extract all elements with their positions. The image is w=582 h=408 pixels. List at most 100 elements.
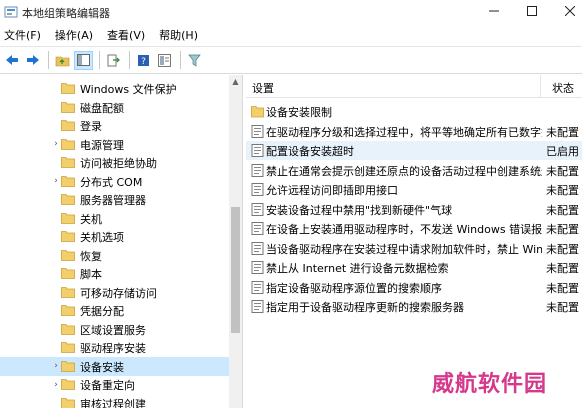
policy-row[interactable]: 安装设备过程中禁用"找到新硬件"气球 未配置 bbox=[246, 200, 582, 219]
tree-item[interactable]: 区域设置服务 bbox=[0, 320, 229, 339]
minimize-icon bbox=[489, 10, 499, 12]
policy-status: 未配置 bbox=[546, 242, 579, 256]
close-icon bbox=[565, 6, 575, 16]
properties-icon bbox=[158, 53, 171, 67]
policy-row[interactable]: 禁止从 Internet 进行设备元数据检索 未配置 bbox=[246, 258, 582, 277]
policy-status: 未配置 bbox=[546, 223, 579, 236]
policy-row[interactable]: 指定设备驱动程序源位置的搜索顺序 未配置 bbox=[246, 278, 582, 297]
tree-item[interactable]: 访问被拒绝协助 bbox=[0, 153, 229, 172]
policy-row[interactable]: 指定用于设备驱动程序更新的搜索服务器 未配置 bbox=[246, 297, 582, 316]
tree-item-label: 凭据分配 bbox=[80, 305, 124, 318]
policy-name: 配置设备安装超时 bbox=[266, 145, 354, 158]
back-button[interactable] bbox=[2, 51, 21, 70]
tree-item[interactable]: 磁盘配额 bbox=[0, 98, 229, 117]
policy-setting-icon bbox=[251, 163, 264, 177]
folder-up-icon bbox=[55, 56, 70, 66]
close-button[interactable] bbox=[548, 0, 582, 22]
maximize-icon bbox=[527, 6, 537, 16]
tree-item[interactable]: 登录 bbox=[0, 116, 229, 135]
expand-chevron-icon[interactable]: › bbox=[52, 135, 60, 154]
tree-item-label: 分布式 COM bbox=[80, 175, 143, 189]
tree-item[interactable]: › 设备安装 bbox=[0, 356, 229, 376]
tree-item[interactable]: Windows 文件保护 bbox=[0, 79, 229, 98]
tree-item[interactable]: 可移动存储访问 bbox=[0, 283, 229, 302]
folder-icon bbox=[61, 268, 75, 279]
menu-action[interactable]: 操作(A) bbox=[48, 26, 100, 46]
folder-icon bbox=[61, 249, 75, 261]
tree-item-label: 驱动程序安装 bbox=[80, 342, 146, 355]
policy-row[interactable]: 禁止在通常会提示创建还原点的设备活动过程中创建系统还... 未配置 bbox=[246, 161, 582, 180]
tree-item-label: 关机选项 bbox=[80, 231, 124, 244]
policy-status: 未配置 bbox=[546, 281, 579, 295]
tree-item[interactable]: › 分布式 COM bbox=[0, 172, 229, 191]
toolbar: ? bbox=[0, 46, 582, 74]
tree-item[interactable]: 凭据分配 bbox=[0, 301, 229, 320]
forward-arrow-icon bbox=[26, 55, 39, 65]
policy-setting-icon bbox=[251, 144, 264, 157]
tree-item[interactable]: › 电源管理 bbox=[0, 135, 229, 154]
menu-help[interactable]: 帮助(H) bbox=[152, 26, 205, 46]
help-book-icon: ? bbox=[138, 54, 149, 67]
tree-item[interactable]: 恢复 bbox=[0, 246, 229, 265]
folder-icon bbox=[61, 397, 75, 408]
filter-button[interactable] bbox=[185, 51, 204, 70]
tree-item[interactable]: 审核过程创建 bbox=[0, 394, 229, 408]
policy-row[interactable]: 在驱动程序分级和选择过程中，将平等地确定所有已数字签... 未配置 bbox=[246, 122, 582, 141]
folder-icon bbox=[61, 194, 75, 205]
tree-item-label: 设备重定向 bbox=[80, 379, 135, 392]
policy-name: 允许远程访问即插即用接口 bbox=[266, 184, 398, 197]
policy-row[interactable]: 配置设备安装超时 已启用 bbox=[246, 141, 582, 160]
tree-item[interactable]: 驱动程序安装 bbox=[0, 338, 229, 357]
tree-item[interactable]: › 设备重定向 bbox=[0, 375, 229, 394]
policy-setting-icon bbox=[251, 222, 264, 235]
expand-chevron-icon[interactable]: › bbox=[52, 172, 60, 191]
column-divider[interactable] bbox=[540, 75, 541, 98]
list-column-header: 设置 状态 bbox=[246, 75, 582, 98]
help-button[interactable]: ? bbox=[134, 51, 153, 70]
back-arrow-icon bbox=[5, 55, 18, 65]
policy-name: 设备安装限制 bbox=[266, 106, 332, 119]
policy-name: 在驱动程序分级和选择过程中，将平等地确定所有已数字签... bbox=[266, 125, 542, 139]
toolbar-separator bbox=[180, 51, 181, 69]
tree-item-label: 磁盘配额 bbox=[80, 101, 124, 115]
tree-item[interactable]: 脚本 bbox=[0, 264, 229, 283]
scrollbar-thumb[interactable] bbox=[231, 207, 240, 333]
folder-icon bbox=[61, 101, 75, 113]
policy-row[interactable]: 当设备驱动程序在安装过程中请求附加软件时，禁止 Wind... 未配置 bbox=[246, 239, 582, 258]
list-folder-row[interactable]: 设备安装限制 bbox=[246, 102, 582, 121]
tree-item-label: 审核过程创建 bbox=[80, 397, 146, 408]
policy-row[interactable]: 在设备上安装通用驱动程序时，不发送 Windows 错误报告 未配置 bbox=[246, 219, 582, 238]
tree-item-label: 关机 bbox=[80, 212, 102, 226]
policy-setting-icon bbox=[251, 183, 264, 196]
tree-item-label: 恢复 bbox=[80, 249, 102, 263]
up-level-button[interactable] bbox=[53, 51, 72, 70]
properties-button[interactable] bbox=[155, 51, 174, 70]
expand-chevron-icon[interactable]: › bbox=[52, 375, 60, 394]
console-tree[interactable]: Windows 文件保护 磁盘配额 登录 › 电源管理 访问被拒绝协助 › 分布式 COM 服务… bbox=[0, 75, 243, 408]
tree-scrollbar[interactable]: ▲ bbox=[229, 75, 242, 408]
tree-item[interactable]: 服务器管理器 bbox=[0, 190, 229, 209]
scroll-up-arrow-icon[interactable]: ▲ bbox=[229, 75, 242, 88]
show-hide-tree-button[interactable] bbox=[74, 50, 93, 70]
toolbar-separator bbox=[129, 51, 130, 69]
tree-item[interactable]: 关机选项 bbox=[0, 227, 229, 246]
export-list-button[interactable] bbox=[104, 51, 123, 70]
expand-chevron-icon[interactable]: › bbox=[52, 357, 60, 376]
menu-bar: 文件(F) 操作(A) 查看(V) 帮助(H) bbox=[0, 26, 582, 46]
policy-row[interactable]: 允许远程访问即插即用接口 未配置 bbox=[246, 180, 582, 199]
column-status[interactable]: 状态 bbox=[552, 80, 574, 96]
policy-name: 在设备上安装通用驱动程序时，不发送 Windows 错误报告 bbox=[266, 223, 542, 236]
column-setting[interactable]: 设置 bbox=[252, 80, 274, 96]
menu-view[interactable]: 查看(V) bbox=[100, 26, 152, 46]
tree-item-label: 电源管理 bbox=[80, 138, 124, 152]
forward-button[interactable] bbox=[23, 51, 42, 70]
policy-setting-icon bbox=[251, 202, 264, 216]
console-tree-icon bbox=[77, 54, 90, 66]
folder-icon bbox=[61, 305, 75, 316]
policy-setting-icon bbox=[251, 124, 264, 138]
tree-item-label: 脚本 bbox=[80, 268, 102, 281]
menu-file[interactable]: 文件(F) bbox=[0, 26, 48, 46]
folder-icon bbox=[61, 212, 75, 224]
tree-item[interactable]: 关机 bbox=[0, 209, 229, 228]
tree-item-label: 可移动存储访问 bbox=[80, 286, 157, 300]
